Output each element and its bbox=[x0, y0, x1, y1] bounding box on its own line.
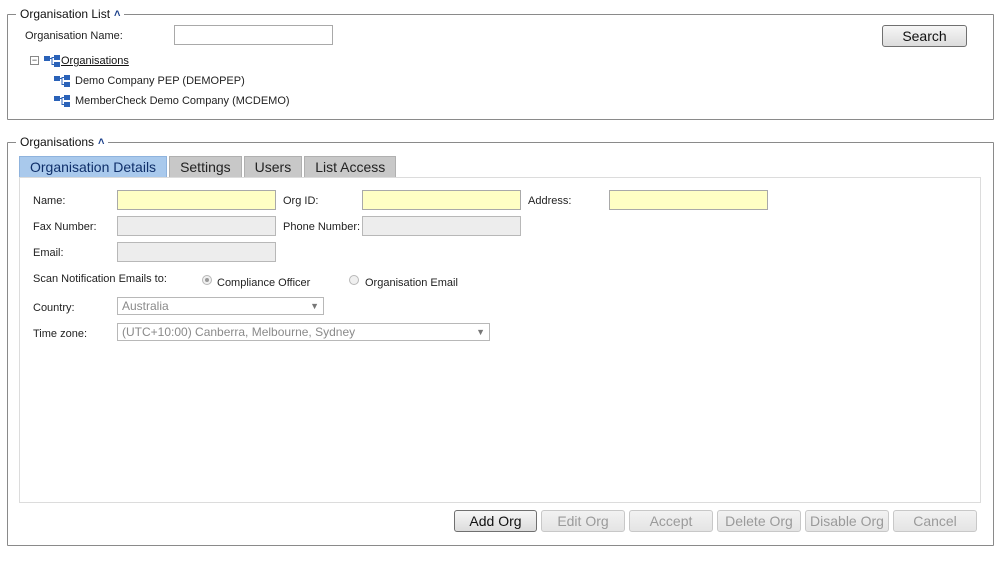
organisation-name-input[interactable] bbox=[174, 25, 333, 45]
org-id-input[interactable] bbox=[362, 190, 521, 210]
radio-compliance-officer-label: Compliance Officer bbox=[217, 277, 311, 289]
edit-org-button[interactable]: Edit Org bbox=[541, 510, 625, 532]
email-input[interactable] bbox=[117, 242, 276, 262]
address-label: Address: bbox=[528, 195, 572, 207]
phone-number-label: Phone Number: bbox=[283, 221, 361, 233]
organisation-list-title: Organisation List bbox=[20, 7, 111, 21]
radio-organisation-email-label: Organisation Email bbox=[365, 277, 458, 289]
time-zone-select[interactable]: (UTC+10:00) Canberra, Melbourne, Sydney … bbox=[117, 323, 490, 341]
tab-settings[interactable]: Settings bbox=[169, 156, 242, 177]
org-tree-icon bbox=[44, 55, 60, 67]
tab-users[interactable]: Users bbox=[243, 156, 303, 177]
collapse-chevron-icon[interactable]: ˄ bbox=[114, 8, 120, 20]
organisation-list-legend: Organisation List ˄ bbox=[16, 7, 125, 21]
organisations-title: Organisations bbox=[20, 135, 95, 149]
name-input[interactable] bbox=[117, 190, 276, 210]
add-org-button[interactable]: Add Org bbox=[454, 510, 537, 532]
tree-item-mcdemo[interactable]: MemberCheck Demo Company (MCDEMO) bbox=[75, 95, 290, 107]
country-selected-value: Australia bbox=[122, 299, 169, 313]
collapse-chevron-icon[interactable]: ˄ bbox=[98, 136, 104, 148]
tree-expand-toggle[interactable]: − bbox=[30, 56, 39, 65]
country-select[interactable]: Australia ▼ bbox=[117, 297, 324, 315]
fax-number-input[interactable] bbox=[117, 216, 276, 236]
fax-number-label: Fax Number: bbox=[33, 221, 97, 233]
tab-list-access[interactable]: List Access bbox=[304, 156, 397, 177]
time-zone-selected-value: (UTC+10:00) Canberra, Melbourne, Sydney bbox=[122, 325, 356, 339]
time-zone-label: Time zone: bbox=[33, 328, 88, 340]
org-tree-icon bbox=[54, 75, 70, 87]
dropdown-arrow-icon: ▼ bbox=[310, 301, 319, 311]
dropdown-arrow-icon: ▼ bbox=[476, 327, 485, 337]
org-id-label: Org ID: bbox=[283, 195, 319, 207]
tree-item-demopep[interactable]: Demo Company PEP (DEMOPEP) bbox=[75, 75, 245, 87]
name-label: Name: bbox=[33, 195, 66, 207]
organisation-name-label: Organisation Name: bbox=[25, 30, 123, 42]
delete-org-button[interactable]: Delete Org bbox=[717, 510, 801, 532]
search-button[interactable]: Search bbox=[882, 25, 967, 47]
scan-notification-label: Scan Notification Emails to: bbox=[33, 273, 167, 285]
email-label: Email: bbox=[33, 247, 64, 259]
tab-organisation-details[interactable]: Organisation Details bbox=[19, 156, 168, 177]
cancel-button[interactable]: Cancel bbox=[893, 510, 977, 532]
org-tree-icon bbox=[54, 95, 70, 107]
phone-number-input[interactable] bbox=[362, 216, 521, 236]
accept-button[interactable]: Accept bbox=[629, 510, 713, 532]
radio-compliance-officer[interactable] bbox=[202, 275, 212, 285]
organisations-legend: Organisations ˄ bbox=[16, 135, 109, 149]
address-input[interactable] bbox=[609, 190, 768, 210]
country-label: Country: bbox=[33, 302, 75, 314]
disable-org-button[interactable]: Disable Org bbox=[805, 510, 889, 532]
tree-root-organisations-link[interactable]: Organisations bbox=[61, 55, 129, 67]
radio-organisation-email[interactable] bbox=[349, 275, 359, 285]
organisation-tabs: Organisation Details Settings Users List… bbox=[19, 156, 398, 177]
